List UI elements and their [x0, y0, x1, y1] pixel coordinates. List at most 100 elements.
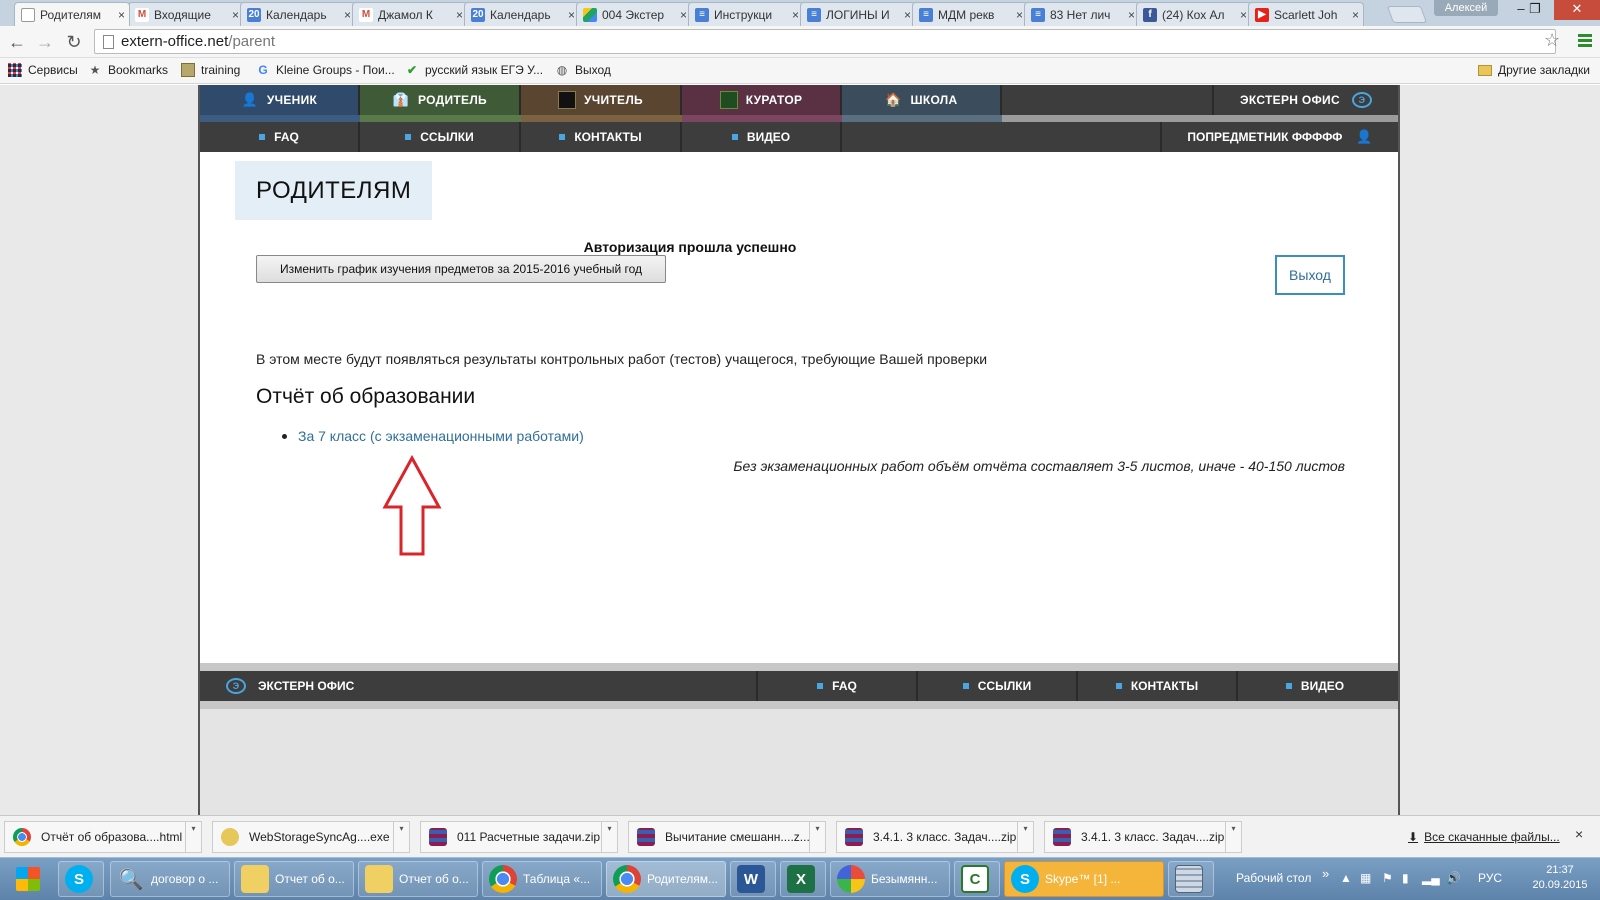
bookmark-russian-ege[interactable]: ✔ русский язык ЕГЭ У... — [405, 63, 543, 77]
taskbar-skype-chat[interactable]: S Skype™ [1] ... — [1004, 861, 1164, 897]
download-menu-icon[interactable]: ▾ — [1225, 822, 1241, 852]
download-menu-icon[interactable]: ▾ — [1017, 822, 1033, 852]
tab-inbox[interactable]: M Входящие × — [128, 2, 244, 26]
bookmark-logout[interactable]: ◍ Выход — [555, 63, 611, 77]
restore-icon[interactable]: ❐ — [1520, 0, 1550, 20]
report-grade-7-link[interactable]: За 7 класс — [298, 428, 366, 444]
logout-button[interactable]: Выход — [1275, 255, 1345, 295]
tab-drive[interactable]: 004 Экстер × — [576, 2, 692, 26]
window-close-icon[interactable]: ✕ — [1554, 0, 1600, 20]
download-item[interactable]: 011 Расчетные задачи.zip ▾ — [420, 821, 618, 853]
tab-parents[interactable]: Родителям × — [14, 2, 130, 26]
footer-contacts[interactable]: КОНТАКТЫ — [1076, 671, 1236, 701]
download-menu-icon[interactable]: ▾ — [601, 822, 617, 852]
toolbar-expand-icon[interactable]: » — [1322, 866, 1329, 881]
battery-icon[interactable]: ▮ — [1402, 871, 1409, 885]
taskbar-search-doc[interactable]: 🔍 договор о ... — [110, 861, 230, 897]
footer-video[interactable]: ВИДЕО — [1236, 671, 1392, 701]
tab-facebook[interactable]: f (24) Кох Ал × — [1136, 2, 1252, 26]
nav-parent[interactable]: 👔 РОДИТЕЛЬ — [360, 85, 521, 115]
tab-calendar-1[interactable]: 20 Календарь × — [240, 2, 356, 26]
close-downloads-icon[interactable]: × — [1575, 826, 1583, 842]
back-arrow-icon[interactable]: ← — [6, 31, 28, 53]
footer-faq[interactable]: FAQ — [756, 671, 916, 701]
change-schedule-button[interactable]: Изменить график изучения предметов за 20… — [256, 255, 666, 283]
download-menu-icon[interactable]: ▾ — [185, 822, 201, 852]
nav-contacts[interactable]: КОНТАКТЫ — [521, 122, 682, 152]
brand-link[interactable]: ЭКСТЕРН ОФИС Э — [1214, 85, 1398, 115]
taskbar-excel[interactable]: X — [780, 861, 826, 897]
tab-doc-logins[interactable]: ≡ ЛОГИНЫ И × — [800, 2, 916, 26]
download-menu-icon[interactable]: ▾ — [809, 822, 825, 852]
nav-teacher[interactable]: УЧИТЕЛЬ — [521, 85, 682, 115]
language-indicator[interactable]: РУС — [1478, 871, 1502, 885]
bookmark-kleine-groups[interactable]: G Kleine Groups - Пои... — [256, 63, 394, 77]
taskbar-chrome-table[interactable]: Таблица «... — [482, 861, 602, 897]
bookmark-bookmarks[interactable]: ★ Bookmarks — [88, 63, 168, 77]
taskbar-skype[interactable]: S — [58, 861, 104, 897]
tab-close-icon[interactable]: × — [568, 8, 575, 22]
download-item[interactable]: 3.4.1. 3 класс. Задач....zip ▾ — [836, 821, 1034, 853]
start-button[interactable] — [4, 861, 52, 897]
nav-curator[interactable]: КУРАТОР — [682, 85, 842, 115]
bookmark-training[interactable]: training — [181, 63, 240, 77]
tab-close-icon[interactable]: × — [1240, 8, 1247, 22]
taskbar-folder-1[interactable]: Отчет об о... — [234, 861, 354, 897]
tab-close-icon[interactable]: × — [1016, 8, 1023, 22]
bookmark-star-icon[interactable]: ☆ — [1544, 30, 1560, 51]
nav-links[interactable]: ССЫЛКИ — [360, 122, 521, 152]
taskbar-calculator[interactable] — [1168, 861, 1214, 897]
taskbar-word[interactable]: W — [730, 861, 776, 897]
tab-doc-83[interactable]: ≡ 83 Нет лич × — [1024, 2, 1140, 26]
desktop-toolbar-label[interactable]: Рабочий стол — [1236, 871, 1311, 885]
download-item[interactable]: Отчёт об образова....html ▾ — [4, 821, 202, 853]
profile-badge[interactable]: Алексей — [1434, 0, 1498, 16]
network-icon[interactable]: ▦ — [1360, 871, 1371, 885]
download-item[interactable]: 3.4.1. 3 класс. Задач....zip ▾ — [1044, 821, 1242, 853]
nav-video[interactable]: ВИДЕО — [682, 122, 842, 152]
tab-doc-mdm[interactable]: ≡ МДМ рекв × — [912, 2, 1028, 26]
footer-links[interactable]: ССЫЛКИ — [916, 671, 1076, 701]
system-clock[interactable]: 21:37 20.09.2015 — [1527, 863, 1593, 893]
nav-faq[interactable]: FAQ — [200, 122, 360, 152]
taskbar-paint[interactable]: Безымянн... — [830, 861, 950, 897]
signal-icon[interactable]: ▂▄ — [1422, 871, 1440, 885]
browser-menu-icon[interactable] — [1578, 34, 1592, 48]
flag-icon[interactable]: ⚑ — [1382, 871, 1393, 885]
volume-icon[interactable]: 🔊 — [1446, 871, 1461, 885]
download-menu-icon[interactable]: ▾ — [393, 822, 409, 852]
user-profile-link[interactable]: ПОПРЕДМЕТНИК ФФФФФ 👤 — [1162, 122, 1398, 152]
tab-close-icon[interactable]: × — [1352, 8, 1359, 22]
taskbar-camtasia[interactable]: C — [954, 861, 1000, 897]
tab-close-icon[interactable]: × — [680, 8, 687, 22]
word-icon: W — [737, 865, 765, 893]
tab-close-icon[interactable]: × — [118, 8, 125, 22]
new-tab-button[interactable] — [1386, 6, 1428, 23]
nav-student[interactable]: 👤 УЧЕНИК — [200, 85, 360, 115]
bookmark-services[interactable]: Сервисы — [8, 63, 78, 77]
download-item[interactable]: Вычитание смешанн....z... ▾ — [628, 821, 826, 853]
tab-close-icon[interactable]: × — [232, 8, 239, 22]
footer-brand[interactable]: Э ЭКСТЕРН ОФИС — [200, 671, 756, 701]
taskbar-folder-2[interactable]: Отчет об о... — [358, 861, 478, 897]
address-input[interactable]: extern-office.net/parent — [94, 29, 1556, 54]
tab-doc-instructions[interactable]: ≡ Инструкци × — [688, 2, 804, 26]
tab-close-icon[interactable]: × — [456, 8, 463, 22]
tab-calendar-2[interactable]: 20 Календарь × — [464, 2, 580, 26]
nav-school[interactable]: 🏠 ШКОЛА — [842, 85, 1002, 115]
taskbar-chrome-parents[interactable]: Родителям... — [606, 861, 726, 897]
docs-icon: ≡ — [695, 7, 709, 22]
tab-mail-jamol[interactable]: M Джамол К × — [352, 2, 468, 26]
reload-icon[interactable]: ↻ — [63, 31, 85, 53]
forward-arrow-icon[interactable]: → — [34, 31, 56, 53]
tab-youtube[interactable]: ▶ Scarlett Joh × — [1248, 2, 1364, 26]
show-all-downloads-link[interactable]: ⬇ Все скачанные файлы... — [1408, 830, 1560, 844]
tab-close-icon[interactable]: × — [1128, 8, 1135, 22]
report-with-exams-link[interactable]: с экзаменационными работами — [375, 428, 580, 444]
tab-close-icon[interactable]: × — [344, 8, 351, 22]
other-bookmarks[interactable]: Другие закладки — [1478, 63, 1590, 77]
tray-arrow-icon[interactable]: ▲ — [1340, 871, 1352, 885]
tab-close-icon[interactable]: × — [904, 8, 911, 22]
download-item[interactable]: WebStorageSyncAg....exe ▾ — [212, 821, 410, 853]
tab-close-icon[interactable]: × — [792, 8, 799, 22]
